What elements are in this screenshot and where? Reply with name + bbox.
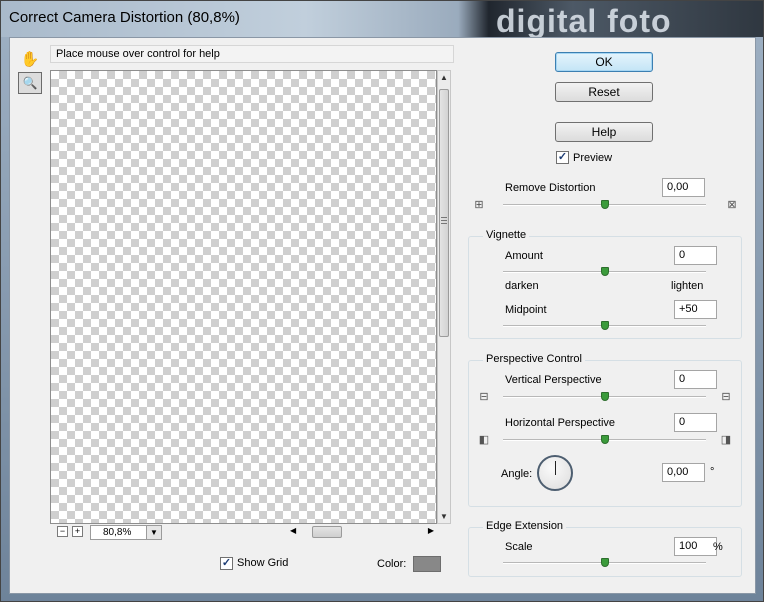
dialog-window: digital foto Correct Camera Distortion (…: [0, 0, 764, 602]
zoom-level-value: 80,8%: [103, 527, 132, 538]
darken-label: darken: [505, 280, 539, 292]
preview-canvas[interactable]: [50, 70, 437, 524]
edge-extension-title: Edge Extension: [483, 520, 567, 532]
preview-label: Preview: [573, 152, 613, 164]
barrel-distortion-icon: ⊞: [474, 199, 484, 211]
scale-slider[interactable]: [503, 558, 706, 567]
zoom-in-button[interactable]: +: [72, 526, 83, 537]
vignette-midpoint-label: Midpoint: [505, 304, 547, 316]
angle-degree-unit: °: [710, 466, 715, 478]
horizontal-perspective-right-icon: ◨: [720, 434, 732, 446]
scale-percent-unit: %: [713, 541, 723, 553]
angle-dial-hand: [555, 461, 556, 475]
remove-distortion-input[interactable]: 0,00: [662, 178, 705, 197]
window-title: Correct Camera Distortion (80,8%): [9, 9, 240, 26]
horizontal-perspective-left-icon: ◧: [478, 434, 490, 446]
vertical-perspective-label: Vertical Perspective: [505, 374, 602, 386]
vignette-title: Vignette: [483, 229, 530, 241]
scale-label: Scale: [505, 541, 533, 553]
horizontal-scroll-thumb[interactable]: [312, 526, 342, 538]
scale-input[interactable]: 100: [674, 537, 717, 556]
remove-distortion-label: Remove Distortion: [505, 182, 596, 194]
reset-button[interactable]: Reset: [555, 82, 653, 102]
zoom-tool-button[interactable]: 🔍: [18, 72, 42, 94]
chevron-down-icon[interactable]: ▼: [146, 526, 161, 539]
horizontal-perspective-label: Horizontal Perspective: [505, 417, 616, 429]
vertical-scrollbar[interactable]: ▲ ▼: [437, 70, 451, 524]
background-window-text: digital foto: [496, 3, 672, 39]
horizontal-perspective-input[interactable]: 0: [674, 413, 717, 432]
zoom-level-select[interactable]: 80,8% ▼: [90, 525, 162, 540]
preview-bottom-bar: − + 80,8% ▼ ◀ ▶: [50, 524, 437, 540]
angle-input[interactable]: 0,00: [662, 463, 705, 482]
vertical-perspective-left-icon: ⊟: [479, 391, 489, 403]
vignette-amount-slider[interactable]: [503, 267, 706, 276]
ok-button[interactable]: OK: [555, 52, 653, 72]
hand-icon: ✋: [20, 51, 40, 68]
vertical-perspective-slider[interactable]: [503, 392, 706, 401]
scroll-left-arrow-icon[interactable]: ◀: [290, 526, 296, 535]
vertical-scroll-thumb[interactable]: [439, 89, 449, 337]
vignette-midpoint-input[interactable]: +50: [674, 300, 717, 319]
title-bar[interactable]: digital foto Correct Camera Distortion (…: [1, 1, 763, 39]
color-label: Color:: [377, 558, 407, 570]
lighten-label: lighten: [671, 280, 704, 292]
zoom-out-button[interactable]: −: [57, 526, 68, 537]
vertical-perspective-slider-knob[interactable]: [600, 392, 609, 401]
pincushion-distortion-icon: ⊠: [727, 199, 737, 211]
scroll-right-arrow-icon[interactable]: ▶: [428, 526, 434, 535]
vignette-amount-slider-knob[interactable]: [600, 267, 609, 276]
vertical-perspective-input[interactable]: 0: [674, 370, 717, 389]
preview-checkbox[interactable]: ✓: [556, 151, 569, 164]
remove-distortion-slider[interactable]: [503, 200, 706, 209]
vignette-amount-input[interactable]: 0: [674, 246, 717, 265]
perspective-control-title: Perspective Control: [483, 353, 585, 365]
hand-tool-button[interactable]: ✋: [18, 48, 42, 70]
grip-icon: [441, 217, 447, 218]
help-button[interactable]: Help: [555, 122, 653, 142]
angle-dial[interactable]: [537, 455, 573, 491]
scroll-down-arrow-icon[interactable]: ▼: [440, 512, 448, 521]
show-grid-checkbox[interactable]: ✓: [220, 557, 233, 570]
help-text-bar: Place mouse over control for help: [50, 45, 454, 63]
dialog-client-area: ✋ 🔍 Place mouse over control for help ▲ …: [9, 37, 756, 594]
horizontal-scrollbar[interactable]: ◀ ▶: [288, 526, 436, 538]
show-grid-label: Show Grid: [237, 557, 289, 569]
remove-distortion-slider-knob[interactable]: [600, 200, 609, 209]
scale-slider-knob[interactable]: [600, 558, 609, 567]
scroll-up-arrow-icon[interactable]: ▲: [440, 73, 448, 82]
horizontal-perspective-slider-knob[interactable]: [600, 435, 609, 444]
grid-color-swatch[interactable]: [413, 556, 441, 572]
horizontal-perspective-slider[interactable]: [503, 435, 706, 444]
vignette-midpoint-slider[interactable]: [503, 321, 706, 330]
vignette-midpoint-slider-knob[interactable]: [600, 321, 609, 330]
vignette-amount-label: Amount: [505, 250, 543, 262]
angle-label: Angle:: [501, 468, 533, 480]
vertical-perspective-right-icon: ⊟: [721, 391, 731, 403]
magnifier-icon: 🔍: [22, 76, 38, 90]
